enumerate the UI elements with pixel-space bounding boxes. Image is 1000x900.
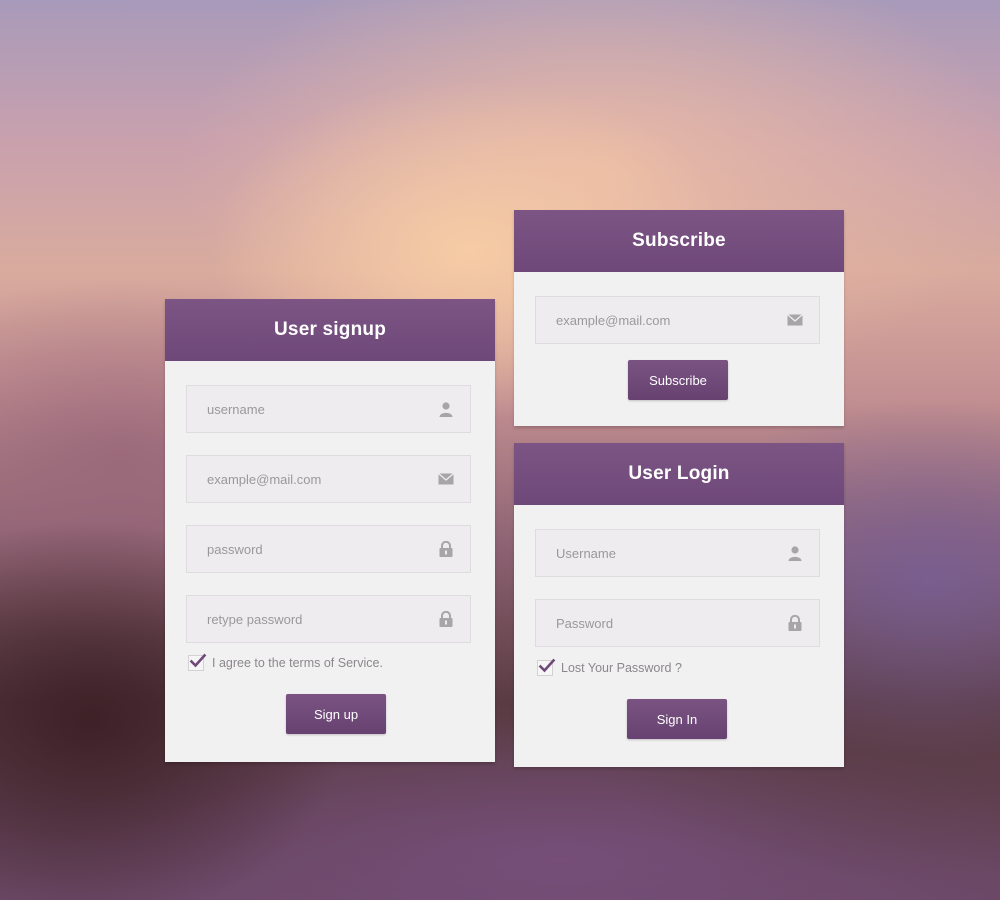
subscribe-button[interactable]: Subscribe [628,360,728,400]
signup-title: User signup [274,319,386,340]
mail-icon [438,473,454,485]
login-header: User Login [514,443,844,505]
terms-label: I agree to the terms of Service. [212,656,383,670]
lost-password-row: Lost Your Password ? [537,658,682,676]
signup-email-field[interactable] [186,455,471,503]
signup-email-input[interactable] [187,456,427,502]
login-password-field[interactable] [535,599,820,647]
subscribe-title: Subscribe [632,230,726,251]
signup-card: User signup username example@mail.com I … [165,299,495,762]
login-title: User Login [628,463,730,484]
signup-retype-password-input[interactable] [187,596,427,642]
login-card: User Login Lost Your Password ? Sign In [514,443,844,767]
terms-row: I agree to the terms of Service. [188,653,383,671]
lock-icon [439,611,453,627]
signup-retype-password-field[interactable] [186,595,471,643]
mail-icon [787,314,803,326]
user-icon [439,402,453,417]
login-password-input[interactable] [536,600,776,646]
signup-header: User signup [165,299,495,361]
lost-password-checkbox[interactable] [537,658,556,676]
lost-password-link[interactable]: Lost Your Password ? [561,661,682,675]
signup-username-field[interactable] [186,385,471,433]
checkmark-icon [538,658,556,673]
login-username-field[interactable] [535,529,820,577]
user-icon [788,546,802,561]
sign-up-button[interactable]: Sign up [286,694,386,734]
sign-in-button[interactable]: Sign In [627,699,727,739]
signup-password-input[interactable] [187,526,427,572]
lock-icon [439,541,453,557]
login-username-input[interactable] [536,530,776,576]
subscribe-email-input[interactable] [536,297,776,343]
subscribe-card: Subscribe Subscribe [514,210,844,426]
terms-checkbox[interactable] [188,653,207,671]
subscribe-header: Subscribe [514,210,844,272]
lock-icon [788,615,802,631]
signup-username-input[interactable] [187,386,427,432]
subscribe-email-field[interactable] [535,296,820,344]
checkmark-icon [189,653,207,668]
signup-password-field[interactable] [186,525,471,573]
